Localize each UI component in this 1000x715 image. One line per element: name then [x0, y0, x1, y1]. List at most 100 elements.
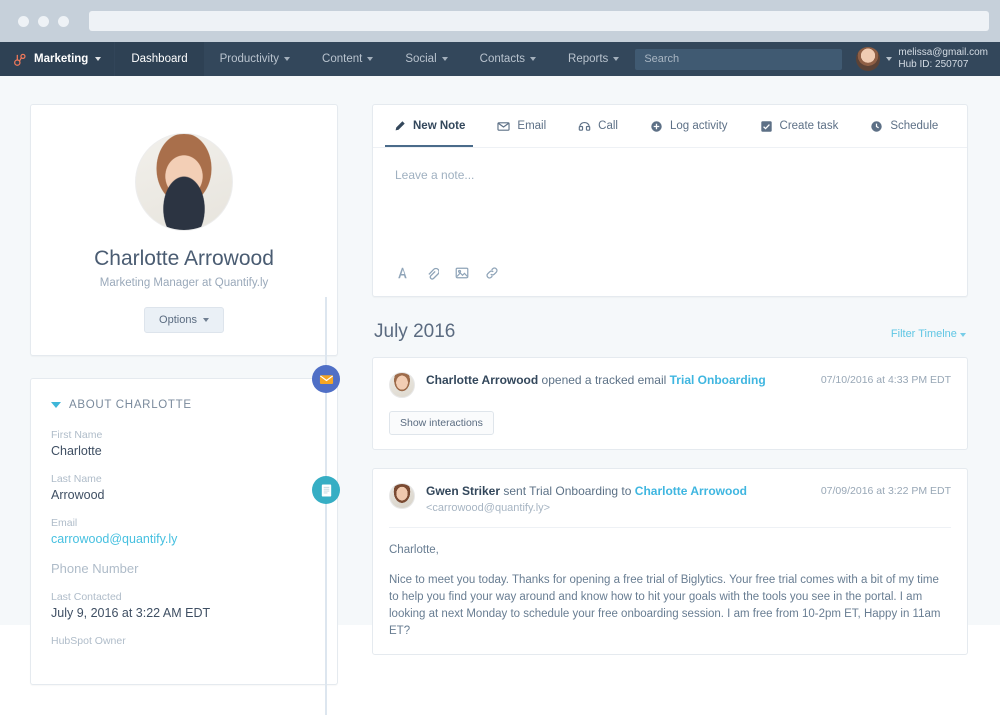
about-section-card: ABOUT CHARLOTTE First Name Charlotte Las…: [30, 378, 338, 685]
field-hubspot-owner: HubSpot Owner: [51, 635, 317, 647]
email-greeting: Charlotte,: [389, 544, 439, 556]
nav-item-label: Reports: [568, 53, 609, 65]
plus-circle-icon: [650, 120, 663, 133]
browser-chrome: [0, 0, 1000, 42]
document-icon: [319, 483, 334, 498]
timeline-action: opened a tracked email: [538, 373, 670, 387]
left-sidebar: Charlotte Arrowood Marketing Manager at …: [30, 104, 338, 685]
tab-call[interactable]: Call: [562, 105, 634, 147]
clock-icon: [870, 120, 883, 133]
chevron-down-icon: [441, 57, 448, 61]
tab-label: Schedule: [890, 120, 939, 132]
nav-item-reports[interactable]: Reports: [552, 42, 635, 76]
field-value: Charlotte: [51, 444, 102, 458]
timeline-action: sent Trial Onboarding to: [500, 484, 635, 498]
field-value: Arrowood: [51, 488, 105, 502]
hubspot-sprocket-icon: [12, 52, 27, 67]
contact-profile-card: Charlotte Arrowood Marketing Manager at …: [30, 104, 338, 356]
chevron-down-icon: [284, 57, 291, 61]
timeline-text: Gwen Striker sent Trial Onboarding to Ch…: [426, 483, 807, 514]
link-icon[interactable]: [485, 266, 499, 280]
timeline-badge-document: [312, 476, 340, 504]
tab-label: Log activity: [669, 120, 728, 132]
note-input[interactable]: Leave a note...: [373, 148, 967, 266]
timeline-description: Charlotte Arrowood opened a tracked emai…: [426, 372, 807, 389]
timeline: July 2016 Filter Timelne Charlotte Arrow…: [312, 297, 968, 715]
tab-new-note[interactable]: New Note: [377, 105, 481, 147]
user-account-menu[interactable]: melissa@gmail.com Hub ID: 250707: [842, 42, 1000, 76]
window-maximize-dot[interactable]: [58, 15, 69, 27]
text-format-icon[interactable]: [395, 266, 409, 280]
nav-brand-marketing[interactable]: Marketing: [0, 42, 116, 76]
tab-log-activity[interactable]: Log activity: [634, 105, 744, 147]
tab-schedule[interactable]: Schedule: [854, 105, 954, 147]
email-body: Charlotte, Nice to meet you today. Thank…: [389, 528, 951, 640]
timeline-month-label: July 2016: [374, 321, 456, 342]
options-button[interactable]: Options: [144, 307, 224, 333]
note-placeholder: Leave a note...: [395, 168, 475, 182]
address-bar[interactable]: [89, 11, 989, 31]
field-label: Phone Number: [51, 561, 139, 576]
timeline-recipient-email: <carrowood@quantify.ly>: [426, 502, 551, 514]
page-body: Charlotte Arrowood Marketing Manager at …: [0, 76, 1000, 715]
window-minimize-dot[interactable]: [38, 15, 49, 27]
avatar: [389, 483, 415, 509]
field-label: First Name: [51, 429, 103, 441]
chevron-down-icon: [960, 333, 966, 337]
timeline-object-link[interactable]: Trial Onboarding: [670, 373, 766, 387]
filter-timeline-link[interactable]: Filter Timelne: [891, 328, 966, 340]
timeline-card: Gwen Striker sent Trial Onboarding to Ch…: [372, 468, 968, 655]
envelope-icon: [497, 120, 511, 133]
nav-item-productivity[interactable]: Productivity: [204, 42, 306, 76]
timeline-badge-email: [312, 365, 340, 393]
nav-item-contacts[interactable]: Contacts: [464, 42, 552, 76]
timeline-rail: [325, 297, 327, 715]
image-icon[interactable]: [455, 266, 469, 280]
pencil-icon: [393, 120, 406, 133]
timeline-item-email-sent: Gwen Striker sent Trial Onboarding to Ch…: [312, 468, 968, 655]
field-value: July 9, 2016 at 3:22 AM EDT: [51, 606, 211, 620]
nav-item-social[interactable]: Social: [389, 42, 463, 76]
search-input[interactable]: [635, 48, 843, 70]
tab-create-task[interactable]: Create task: [744, 105, 855, 147]
timeline-object-link[interactable]: Charlotte Arrowood: [635, 484, 747, 498]
show-interactions-button[interactable]: Show interactions: [389, 411, 494, 435]
main-content: New Note Email Call Log activity Create …: [312, 104, 968, 715]
envelope-icon: [319, 372, 334, 387]
tab-label: New Note: [413, 120, 466, 132]
about-section-header[interactable]: ABOUT CHARLOTTE: [51, 399, 317, 411]
window-close-dot[interactable]: [18, 15, 29, 27]
field-email: Email carrowood@quantify.ly: [51, 517, 317, 546]
phone-icon: [578, 120, 591, 133]
timeline-header: July 2016 Filter Timelne: [372, 321, 968, 357]
timeline-actor: Gwen Striker: [426, 484, 501, 498]
nav-item-dashboard[interactable]: Dashboard: [115, 42, 204, 76]
chevron-down-icon: [530, 57, 537, 61]
timeline-description: Gwen Striker sent Trial Onboarding to Ch…: [426, 483, 807, 500]
window-controls: [18, 15, 69, 27]
nav-item-content[interactable]: Content: [306, 42, 389, 76]
timeline-actor: Charlotte Arrowood: [426, 373, 539, 387]
paperclip-icon[interactable]: [425, 266, 439, 280]
tab-label: Create task: [779, 120, 839, 132]
contact-avatar: [135, 133, 233, 231]
contact-subtitle: Marketing Manager at Quantify.ly: [99, 277, 269, 289]
tab-label: Email: [517, 120, 547, 132]
timeline-timestamp: 07/10/2016 at 4:33 PM EDT: [820, 374, 951, 386]
nav-item-label: Dashboard: [131, 53, 188, 65]
chevron-down-icon: [202, 318, 209, 322]
tab-email[interactable]: Email: [481, 105, 562, 147]
timeline-card: Charlotte Arrowood opened a tracked emai…: [372, 357, 968, 450]
filter-timeline-label: Filter Timelne: [890, 328, 957, 340]
timeline-item-email-opened: Charlotte Arrowood opened a tracked emai…: [312, 357, 968, 450]
composer-tabs: New Note Email Call Log activity Create …: [373, 105, 967, 147]
page-title: Charlotte Arrowood: [94, 247, 274, 270]
nav-item-label: Contacts: [479, 53, 526, 65]
field-last-name: Last Name Arrowood: [51, 473, 317, 502]
field-first-name: First Name Charlotte: [51, 429, 317, 458]
field-value-email-link[interactable]: carrowood@quantify.ly: [51, 532, 317, 546]
user-email: melissa@gmail.com: [898, 47, 988, 58]
timeline-text: Charlotte Arrowood opened a tracked emai…: [426, 372, 807, 389]
user-hub-id: Hub ID: 250707: [898, 59, 969, 70]
chevron-down-icon: [95, 57, 102, 61]
